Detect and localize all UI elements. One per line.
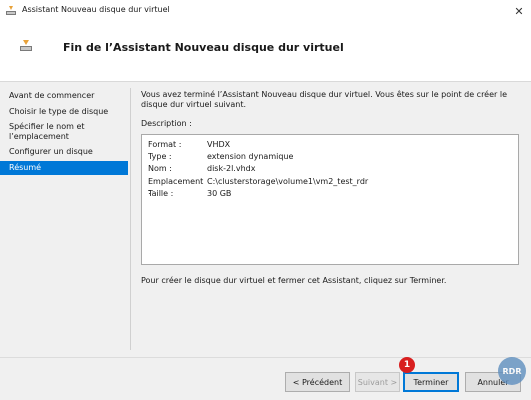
- description-key: Format :: [148, 140, 182, 149]
- description-row-format: Format : VHDX: [148, 140, 230, 150]
- nav-item-label: Configurer un disque: [9, 147, 93, 156]
- nav-item-label: Résumé: [9, 163, 42, 172]
- nav-item-label: Avant de commencer: [9, 91, 95, 100]
- nav-item-configurer[interactable]: Configurer un disque: [0, 147, 128, 157]
- nav-item-resume[interactable]: Résumé: [0, 161, 128, 175]
- nav-item-label: Choisir le type de disque: [9, 107, 109, 116]
- description-key: Type :: [148, 152, 172, 161]
- disk-wizard-header-icon: [19, 39, 33, 53]
- next-button[interactable]: Suivant >: [355, 372, 400, 392]
- description-row-taille: Taille : 30 GB: [148, 189, 231, 199]
- wizard-window: Assistant Nouveau disque dur virtuel ✕ F…: [0, 0, 531, 400]
- window-title: Assistant Nouveau disque dur virtuel: [22, 5, 170, 14]
- close-button[interactable]: ✕: [507, 0, 531, 22]
- wizard-steps-nav: Avant de commencer Choisir le type de di…: [0, 83, 130, 353]
- description-key: Taille :: [148, 189, 174, 198]
- finish-button[interactable]: Terminer: [403, 372, 459, 392]
- description-value: VHDX: [207, 140, 231, 149]
- nav-item-nom-emplacement[interactable]: Spécifier le nom et l’emplacement: [0, 122, 110, 142]
- description-row-type: Type : extension dynamique: [148, 152, 293, 162]
- previous-button[interactable]: < Précédent: [285, 372, 350, 392]
- description-value: 30 GB: [207, 189, 232, 198]
- nav-item-label: Spécifier le nom et l’emplacement: [9, 122, 85, 141]
- description-row-nom: Nom : disk-2l.vhdx: [148, 164, 255, 174]
- description-key: Nom :: [148, 164, 172, 173]
- description-label: Description :: [141, 119, 192, 128]
- wizard-header: Fin de l’Assistant Nouveau disque dur vi…: [0, 22, 531, 82]
- nav-item-choisir-type[interactable]: Choisir le type de disque: [0, 107, 128, 117]
- description-value: extension dynamique: [207, 152, 294, 161]
- disk-wizard-icon: [5, 5, 17, 17]
- annotation-badge: 1: [399, 357, 415, 373]
- watermark-logo: RDR: [498, 357, 526, 385]
- close-icon: ✕: [514, 4, 524, 18]
- title-bar: Assistant Nouveau disque dur virtuel ✕: [0, 0, 531, 22]
- footer-divider: [0, 357, 531, 358]
- description-box[interactable]: Format : VHDX Type : extension dynamique…: [141, 134, 519, 265]
- nav-divider: [130, 88, 131, 350]
- description-value: disk-2l.vhdx: [207, 164, 256, 173]
- nav-item-avant-de-commencer[interactable]: Avant de commencer: [0, 91, 128, 101]
- summary-intro-text: Vous avez terminé l’Assistant Nouveau di…: [141, 90, 508, 109]
- page-title: Fin de l’Assistant Nouveau disque dur vi…: [63, 41, 344, 54]
- finish-instruction-text: Pour créer le disque dur virtuel et ferm…: [141, 276, 447, 285]
